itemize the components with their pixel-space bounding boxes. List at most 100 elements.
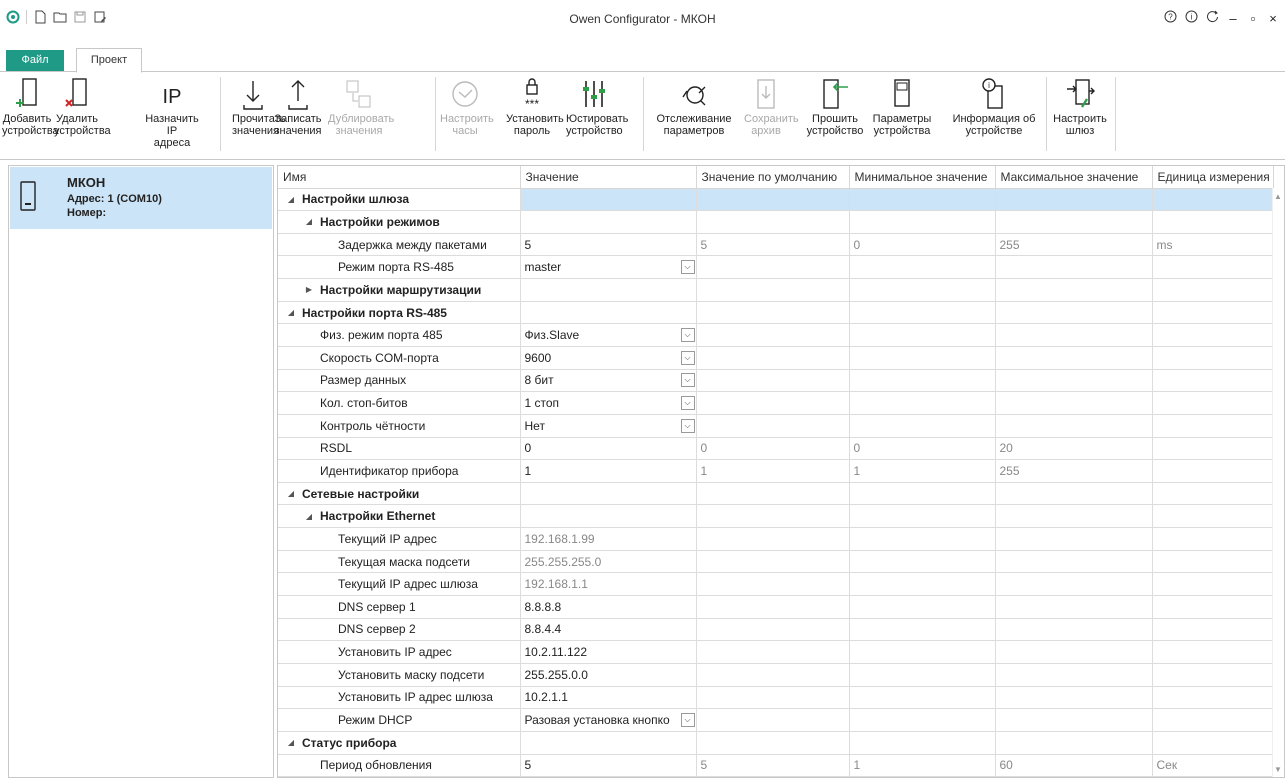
ip-icon: IP xyxy=(142,73,202,111)
close-button[interactable]: × xyxy=(1267,11,1279,26)
group-row[interactable]: ◢ Сетевые настройки xyxy=(278,482,1274,506)
column-header-default[interactable]: Значение по умолчанию xyxy=(696,166,850,189)
parameter-row[interactable]: DNS сервер 2 8.8.4.4 xyxy=(278,618,1274,642)
parameter-row[interactable]: DNS сервер 1 8.8.8.8 xyxy=(278,595,1274,619)
column-header-name[interactable]: Имя xyxy=(278,166,521,189)
value-cell[interactable]: master ⌵ xyxy=(520,255,697,280)
collapse-icon[interactable]: ◢ xyxy=(302,512,316,521)
ribbon-button-duplicate-values[interactable]: Дублировать значения xyxy=(328,73,394,155)
parameter-row[interactable]: Статус прибора0000 0000 0000 0000 0000 0… xyxy=(278,776,1274,777)
collapse-icon[interactable]: ◢ xyxy=(284,489,298,498)
column-header-unit[interactable]: Единица измерения xyxy=(1152,166,1274,189)
parameter-row[interactable]: Режим DHCP Разовая установка кнопко ⌵ xyxy=(278,708,1274,732)
chevron-down-icon[interactable]: ⌵ xyxy=(680,418,695,433)
minimize-button[interactable]: – xyxy=(1227,11,1239,26)
row-name: Сетевые настройки xyxy=(302,486,420,501)
value-cell[interactable]: 1 xyxy=(520,459,697,483)
group-row[interactable]: ▶ Настройки маршрутизации xyxy=(278,278,1274,302)
parameter-row[interactable]: Текущий IP адрес шлюза 192.168.1.1 xyxy=(278,572,1274,597)
value-cell[interactable]: 10.2.11.122 xyxy=(520,640,697,664)
value-cell[interactable]: 10.2.1.1 xyxy=(520,686,697,710)
vertical-scrollbar[interactable]: ▲ ▼ xyxy=(1272,188,1284,777)
scroll-down-icon[interactable]: ▼ xyxy=(1274,765,1282,774)
chevron-down-icon[interactable]: ⌵ xyxy=(680,350,695,365)
parameter-row[interactable]: Идентификатор прибора 1 1 1 255 xyxy=(278,459,1274,483)
default-cell: 1 xyxy=(696,459,850,483)
parameter-row[interactable]: Физ. режим порта 485 Физ.Slave ⌵ xyxy=(278,323,1274,347)
ribbon-button-calibrate[interactable]: Юстировать устройство xyxy=(566,73,628,155)
chevron-down-icon[interactable]: ⌵ xyxy=(680,328,695,343)
ribbon-button-device-info[interactable]: i Информация об устройстве xyxy=(946,73,1042,155)
parameter-row[interactable]: Режим порта RS-485 master ⌵ xyxy=(278,255,1274,280)
column-header-min[interactable]: Минимальное значение xyxy=(849,166,996,189)
ribbon-button-read-values[interactable]: Прочитать значения xyxy=(232,73,285,155)
collapse-icon[interactable]: ◢ xyxy=(284,195,298,204)
parameter-row[interactable]: Установить IP адрес шлюза 10.2.1.1 xyxy=(278,686,1274,710)
parameter-row[interactable]: Задержка между пакетами 5 5 0 255 ms xyxy=(278,233,1274,257)
collapse-icon[interactable]: ◢ xyxy=(302,217,316,226)
column-header-max[interactable]: Максимальное значение xyxy=(995,166,1153,189)
column-header-value[interactable]: Значение xyxy=(520,166,697,189)
value-cell[interactable]: 5 xyxy=(520,754,697,777)
scroll-up-icon[interactable]: ▲ xyxy=(1274,192,1282,201)
tab-project[interactable]: Проект xyxy=(76,48,142,73)
parameter-row[interactable]: Текущая маска подсети 255.255.255.0 xyxy=(278,550,1274,574)
parameter-row[interactable]: Скорость COM-порта 9600 ⌵ xyxy=(278,346,1274,370)
row-name: Статус прибора xyxy=(302,735,397,750)
parameter-row[interactable]: Текущий IP адрес 192.168.1.99 xyxy=(278,527,1274,551)
group-row[interactable]: ◢ Настройки порта RS-485 xyxy=(278,301,1274,325)
update-icon[interactable] xyxy=(1206,10,1219,26)
ribbon-button-add-device[interactable]: Добавить устройства xyxy=(2,73,59,155)
default-cell xyxy=(696,210,850,234)
maximize-button[interactable]: ▫ xyxy=(1247,11,1259,26)
value-cell[interactable]: 8.8.8.8 xyxy=(520,595,697,619)
group-row[interactable]: ◢ Статус прибора xyxy=(278,731,1274,755)
parameter-row[interactable]: Установить маску подсети 255.255.0.0 xyxy=(278,663,1274,687)
chevron-down-icon[interactable]: ⌵ xyxy=(680,713,695,728)
value-text: 192.168.1.1 xyxy=(524,577,588,592)
group-row[interactable]: ◢ Настройки Ethernet xyxy=(278,504,1274,529)
collapse-icon[interactable]: ◢ xyxy=(284,738,298,747)
value-cell[interactable]: 0 xyxy=(520,437,697,461)
value-cell[interactable]: 8.8.4.4 xyxy=(520,618,697,642)
help-icon[interactable]: ? xyxy=(1164,10,1177,26)
ribbon-button-ip[interactable]: IP Назначить IP адреса xyxy=(142,73,202,155)
ribbon-button-password[interactable]: *** Установить пароль xyxy=(506,73,564,155)
ribbon-button-device-params[interactable]: Параметры устройства xyxy=(866,73,938,155)
unit-cell xyxy=(1152,255,1274,280)
value-cell[interactable]: Физ.Slave ⌵ xyxy=(520,323,697,347)
value-cell[interactable]: 255.255.0.0 xyxy=(520,663,697,687)
select-value: Физ.Slave xyxy=(524,328,580,343)
value-cell[interactable]: 9600 ⌵ xyxy=(520,346,697,370)
parameter-row[interactable]: Размер данных 8 бит ⌵ xyxy=(278,369,1274,393)
chevron-down-icon[interactable]: ⌵ xyxy=(680,373,695,388)
ribbon-button-gateway-setup[interactable]: Настроить шлюз xyxy=(1052,73,1108,155)
ribbon-button-save-archive[interactable]: Сохранить архив xyxy=(744,73,799,155)
group-row[interactable]: ◢ Настройки режимов xyxy=(278,210,1274,234)
value-cell[interactable]: Разовая установка кнопко ⌵ xyxy=(520,708,697,732)
row-name: Режим DHCP xyxy=(338,713,413,728)
default-cell xyxy=(696,731,850,755)
parameter-row[interactable]: RSDL 0 0 0 20 xyxy=(278,437,1274,461)
ribbon-button-write-values[interactable]: Записать значения xyxy=(272,73,324,155)
tab-file[interactable]: Файл xyxy=(6,50,64,71)
collapse-icon[interactable]: ◢ xyxy=(284,308,298,317)
value-cell[interactable]: Нет ⌵ xyxy=(520,414,697,438)
value-cell[interactable]: 5 xyxy=(520,233,697,257)
chevron-down-icon[interactable]: ⌵ xyxy=(680,260,695,275)
chevron-down-icon[interactable]: ⌵ xyxy=(680,396,695,411)
value-cell[interactable]: 8 бит ⌵ xyxy=(520,369,697,393)
device-list-item[interactable]: МКОН Адрес: 1 (COM10) Номер: xyxy=(10,167,272,229)
ribbon-button-delete-device[interactable]: Удалить устройства xyxy=(54,73,111,155)
parameter-row[interactable]: Кол. стоп-битов 1 стоп ⌵ xyxy=(278,391,1274,415)
ribbon-button-monitor-params[interactable]: Отслеживание параметров xyxy=(650,73,738,155)
parameter-row[interactable]: Период обновления 5 5 1 60 Сек xyxy=(278,754,1274,777)
group-row[interactable]: ◢ Настройки шлюза xyxy=(278,188,1274,212)
ribbon-button-clock[interactable]: Настроить часы xyxy=(440,73,494,155)
value-cell[interactable]: 1 стоп ⌵ xyxy=(520,391,697,415)
expand-icon[interactable]: ▶ xyxy=(302,285,316,294)
parameter-row[interactable]: Контроль чётности Нет ⌵ xyxy=(278,414,1274,438)
parameter-row[interactable]: Установить IP адрес 10.2.11.122 xyxy=(278,640,1274,664)
info-icon[interactable]: i xyxy=(1185,10,1198,26)
ribbon-button-flash-device[interactable]: Прошить устройство xyxy=(806,73,864,155)
